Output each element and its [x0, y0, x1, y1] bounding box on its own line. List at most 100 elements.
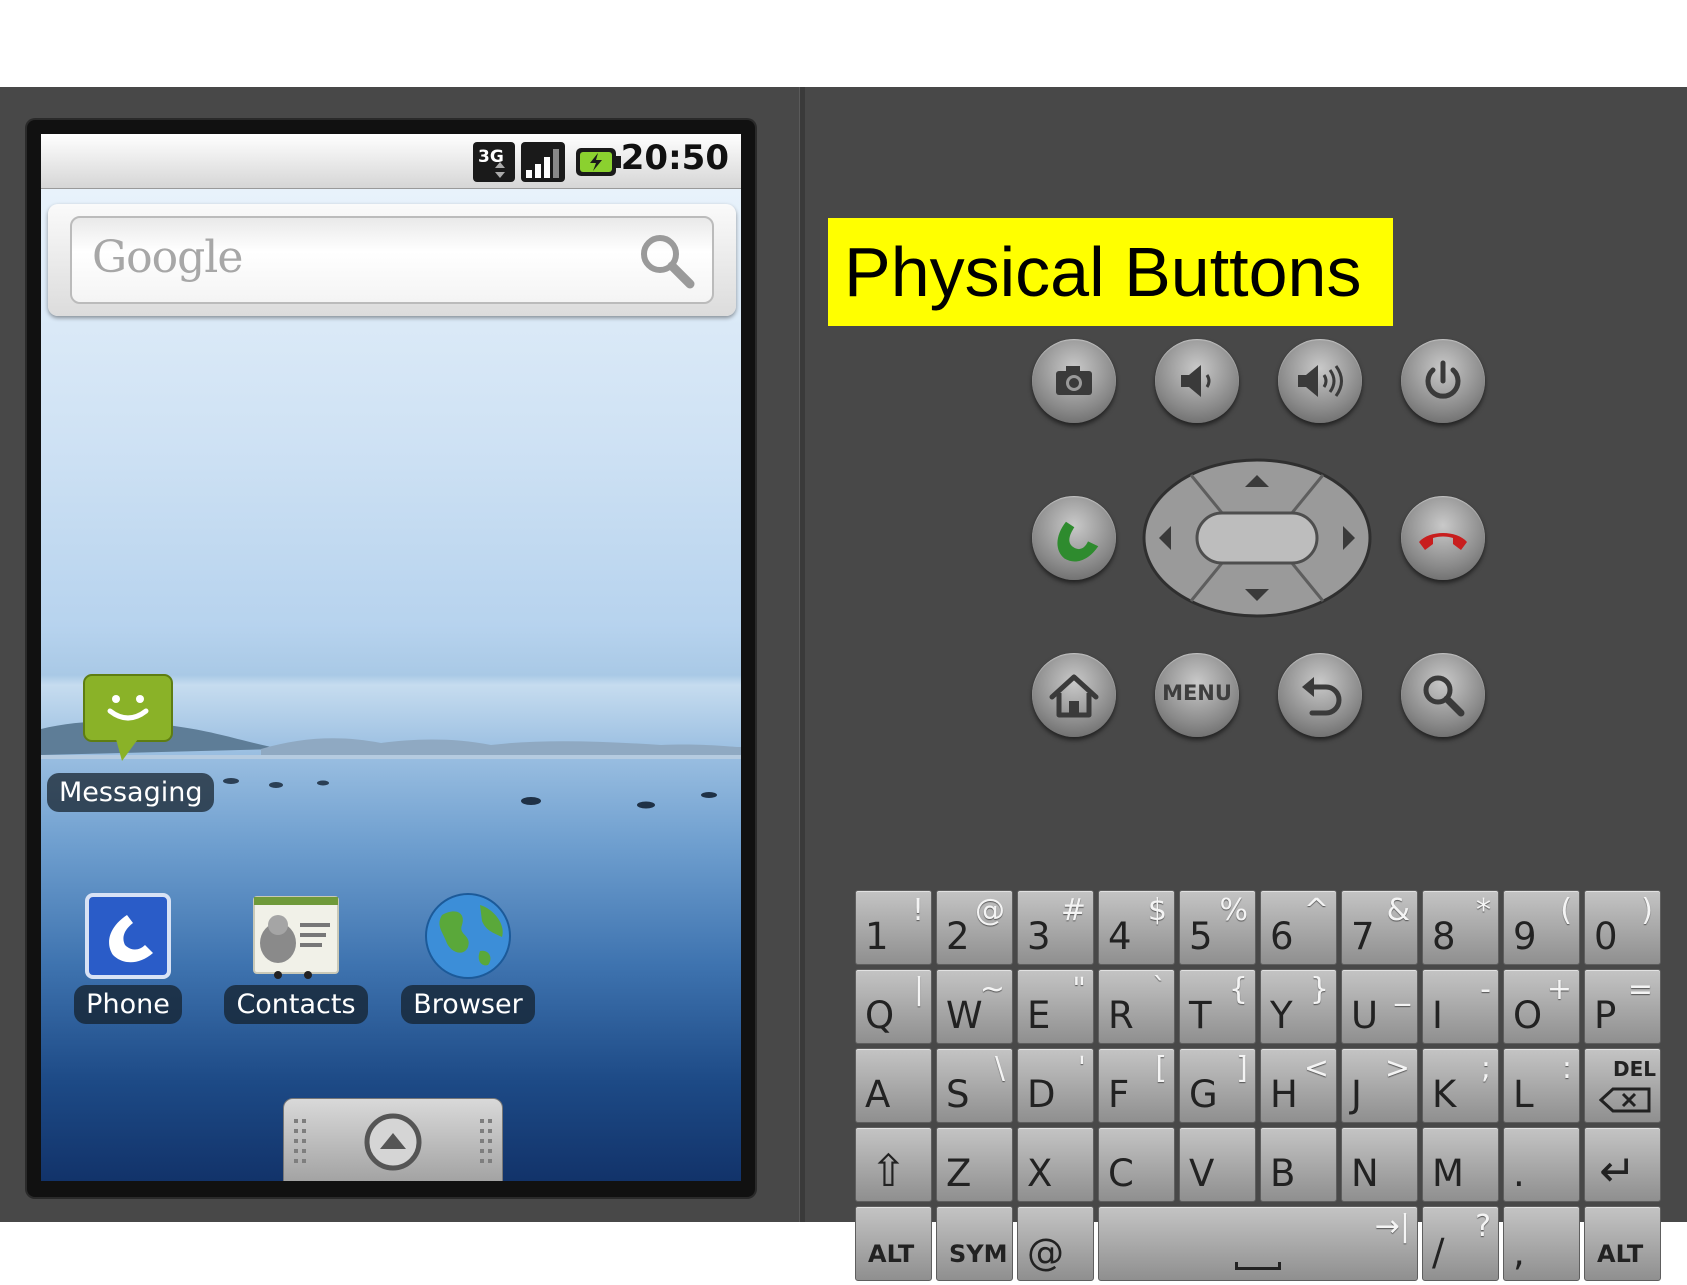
key-p[interactable]: P =: [1584, 969, 1661, 1044]
key-h[interactable]: H <: [1260, 1048, 1337, 1123]
key-alt-label: ALT: [1597, 1240, 1644, 1268]
key-u-label: U: [1351, 994, 1379, 1037]
key-l-label: L: [1513, 1073, 1534, 1116]
volume-down-button[interactable]: [1155, 339, 1239, 423]
google-search-widget[interactable]: Google: [48, 204, 736, 316]
google-search-box[interactable]: Google: [70, 216, 714, 304]
key-space[interactable]: →|: [1098, 1206, 1418, 1281]
key-o-label: O: [1513, 994, 1543, 1037]
camera-icon: [1056, 366, 1092, 395]
key-.[interactable]: .: [1503, 1127, 1580, 1202]
key-e[interactable]: E ": [1017, 969, 1094, 1044]
search-icon[interactable]: [636, 230, 698, 292]
key-f[interactable]: F[: [1098, 1048, 1175, 1123]
key-i[interactable]: I-: [1422, 969, 1499, 1044]
key-@-label: @: [1027, 1231, 1064, 1274]
drawer-grip: [294, 1113, 492, 1171]
home-button[interactable]: [1032, 653, 1116, 737]
key-l-alt-label: :: [1561, 1051, 1572, 1086]
key-g[interactable]: G]: [1179, 1048, 1256, 1123]
key-shift[interactable]: ⇧: [855, 1127, 932, 1202]
backspace-icon: [1599, 1087, 1651, 1113]
key-8-label: 8: [1432, 915, 1456, 958]
key-0-label: 0: [1594, 915, 1618, 958]
key-y[interactable]: Y}: [1260, 969, 1337, 1044]
dpad-graphic: [1142, 458, 1372, 618]
key-1[interactable]: 1!: [855, 890, 932, 965]
key-e-label: E: [1027, 994, 1051, 1037]
call-button[interactable]: [1032, 496, 1116, 580]
key-m[interactable]: M: [1422, 1127, 1499, 1202]
key-7[interactable]: 7 &: [1341, 890, 1418, 965]
key-2[interactable]: 2 @: [936, 890, 1013, 965]
key-,-label: ,: [1513, 1231, 1525, 1274]
key-a[interactable]: A: [855, 1048, 932, 1123]
key-h-label: H: [1270, 1073, 1298, 1116]
app-messaging[interactable]: Messaging: [47, 671, 215, 812]
key-@[interactable]: @: [1017, 1206, 1094, 1281]
key-/[interactable]: /?: [1422, 1206, 1499, 1281]
back-button[interactable]: [1278, 653, 1362, 737]
key-c[interactable]: C: [1098, 1127, 1175, 1202]
battery-charging-icon: [576, 148, 621, 176]
key-z[interactable]: Z: [936, 1127, 1013, 1202]
google-logo: Google: [92, 232, 243, 283]
key-9[interactable]: 9(: [1503, 890, 1580, 965]
key-6[interactable]: 6 ^: [1260, 890, 1337, 965]
key-alt[interactable]: ALT: [1584, 1206, 1661, 1281]
key-x-label: X: [1027, 1152, 1053, 1195]
key-r[interactable]: R `: [1098, 969, 1175, 1044]
key-enter[interactable]: ↵: [1584, 1127, 1661, 1202]
power-button[interactable]: [1401, 339, 1485, 423]
key-o[interactable]: O +: [1503, 969, 1580, 1044]
key-0-alt-label: ): [1641, 893, 1653, 928]
menu-button-label: MENU: [1162, 681, 1232, 705]
key-x[interactable]: X: [1017, 1127, 1094, 1202]
key-e-alt-label: ": [1072, 972, 1086, 1007]
network-3g-icon: 3G: [473, 142, 515, 182]
key-sym[interactable]: SYM: [936, 1206, 1013, 1281]
key-0[interactable]: 0): [1584, 890, 1661, 965]
key-delete[interactable]: DEL: [1584, 1048, 1661, 1123]
volume-up-icon: [1298, 365, 1343, 397]
search-button[interactable]: [1401, 653, 1485, 737]
panel-divider: [799, 87, 805, 1222]
key-n-label: N: [1351, 1152, 1379, 1195]
key-5[interactable]: 5%: [1179, 890, 1256, 965]
key-alt[interactable]: ALT: [855, 1206, 932, 1281]
key-w[interactable]: W ~: [936, 969, 1013, 1044]
signal-strength-icon: [521, 142, 565, 182]
key-u[interactable]: U _: [1341, 969, 1418, 1044]
key-w-alt-label: ~: [979, 972, 1005, 1007]
key-i-alt-label: -: [1480, 972, 1491, 1007]
app-phone[interactable]: Phone: [63, 891, 193, 1024]
app-contacts[interactable]: Contacts: [221, 891, 371, 1024]
app-browser[interactable]: Browser: [393, 891, 543, 1024]
menu-button[interactable]: MENU: [1155, 653, 1239, 737]
camera-button[interactable]: [1032, 339, 1116, 423]
key-n[interactable]: N: [1341, 1127, 1418, 1202]
key-d[interactable]: D ': [1017, 1048, 1094, 1123]
dpad[interactable]: [1141, 457, 1373, 619]
key-k[interactable]: K;: [1422, 1048, 1499, 1123]
dpad-center-button[interactable]: [1195, 511, 1319, 565]
key-o-alt-label: +: [1546, 972, 1572, 1007]
key-v[interactable]: V: [1179, 1127, 1256, 1202]
key-q[interactable]: Q |: [855, 969, 932, 1044]
key-d-label: D: [1027, 1073, 1056, 1116]
key-7-alt-label: &: [1386, 893, 1410, 928]
key-l[interactable]: L:: [1503, 1048, 1580, 1123]
end-call-icon: [1419, 533, 1467, 550]
key-4[interactable]: 4 $: [1098, 890, 1175, 965]
key-j[interactable]: J >: [1341, 1048, 1418, 1123]
key-s[interactable]: S \: [936, 1048, 1013, 1123]
end-call-button[interactable]: [1401, 496, 1485, 580]
key-b[interactable]: B: [1260, 1127, 1337, 1202]
key-,[interactable]: ,: [1503, 1206, 1580, 1281]
key-r-alt-label: `: [1152, 972, 1167, 1007]
key-3[interactable]: 3 #: [1017, 890, 1094, 965]
key-t[interactable]: T{: [1179, 969, 1256, 1044]
key-8[interactable]: 8 *: [1422, 890, 1499, 965]
app-drawer-handle[interactable]: [283, 1098, 503, 1181]
volume-up-button[interactable]: [1278, 339, 1362, 423]
